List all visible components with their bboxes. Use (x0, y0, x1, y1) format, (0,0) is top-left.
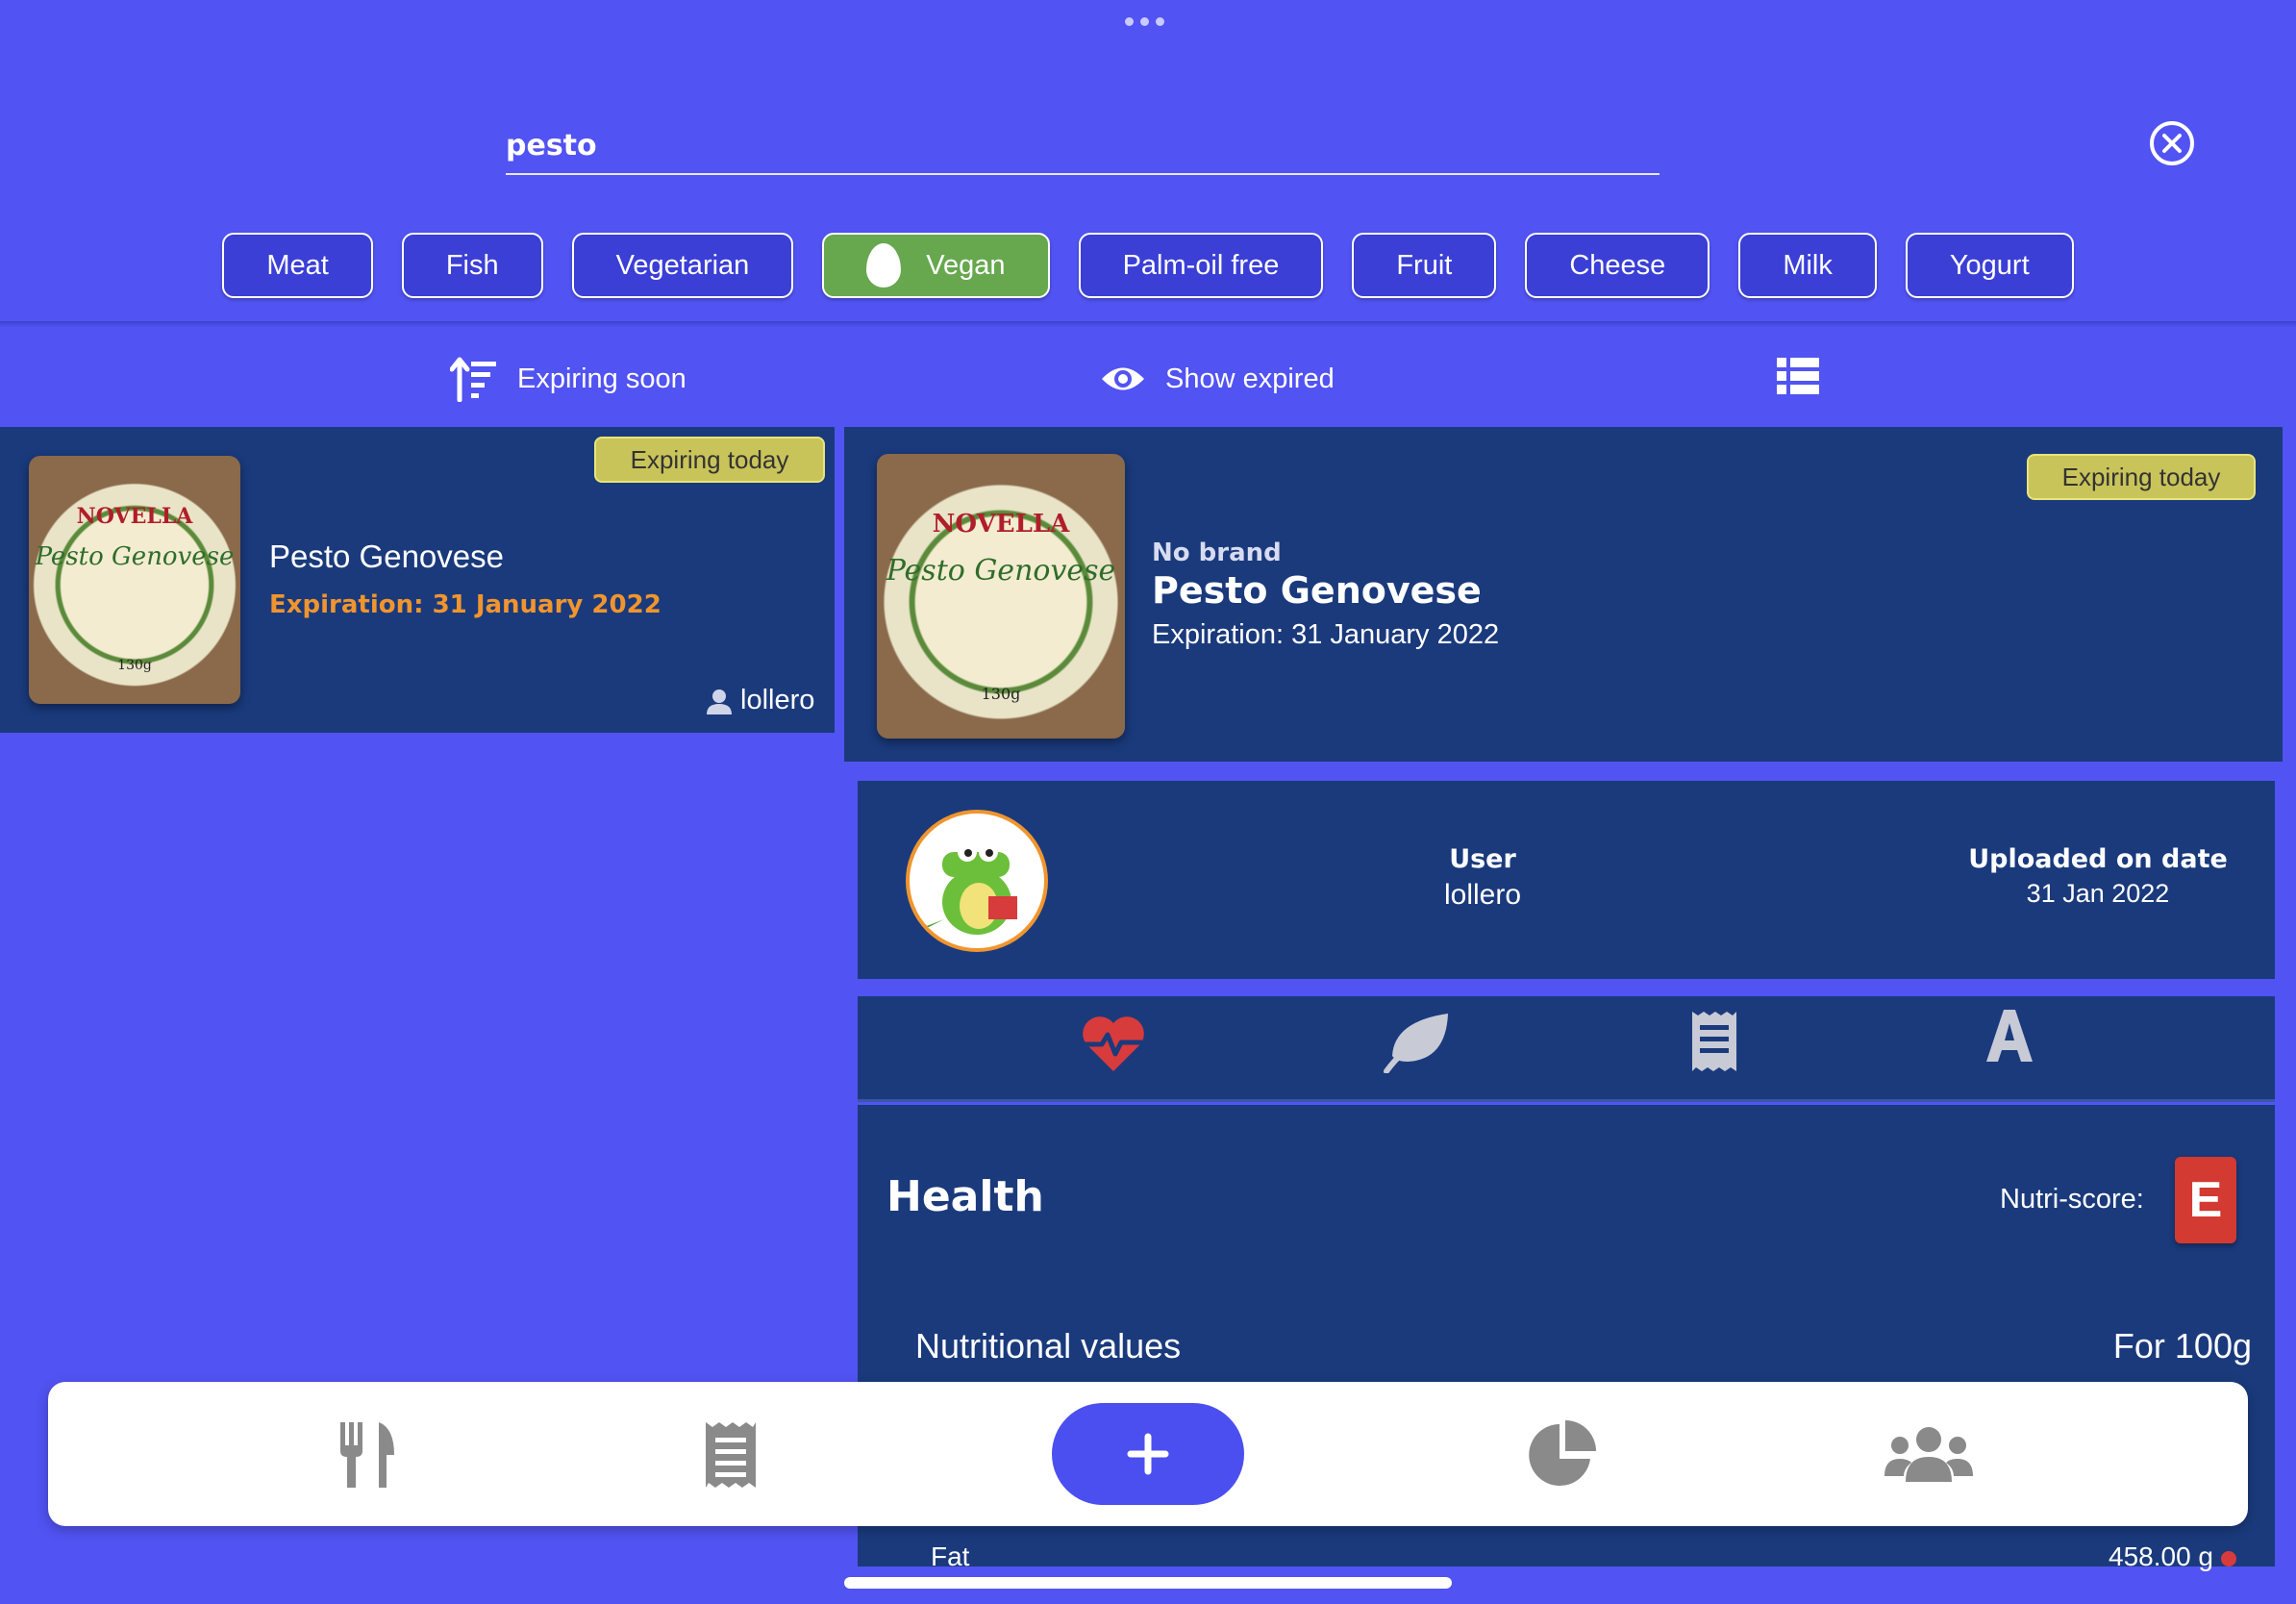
chip-label: Meat (266, 249, 329, 281)
chip-label: Fruit (1396, 249, 1453, 281)
product-detail-header: NOVELLA Pesto Genovese 130g Expiring tod… (844, 427, 2283, 762)
user-label: User (1449, 844, 1516, 874)
chip-label: Palm-oil free (1122, 249, 1280, 281)
plus-icon (1127, 1433, 1169, 1475)
uploader-card: User lollero Uploaded on date 31 Jan 202… (858, 781, 2275, 979)
crocodile-avatar-icon (919, 842, 1017, 935)
product-image: NOVELLA Pesto Genovese 130g (877, 454, 1125, 739)
window-handle-dots[interactable] (1125, 17, 1164, 26)
fat-level-dot (2221, 1551, 2236, 1566)
nav-pantry-button[interactable] (337, 1420, 398, 1493)
list-view-icon (1777, 358, 1819, 394)
user-icon (707, 689, 732, 714)
show-expired-toggle[interactable]: Show expired (1100, 352, 1335, 406)
filter-chip-fish[interactable]: Fish (401, 233, 543, 298)
detail-tabs (858, 996, 2275, 1102)
receipt-icon (706, 1422, 756, 1488)
list-item-expiration: Expiration: 31 January 2022 (269, 590, 661, 619)
heart-pulse-icon (1083, 1016, 1144, 1071)
nav-group-button[interactable] (1884, 1424, 1973, 1488)
pie-chart-icon (1529, 1420, 1596, 1486)
per-100g-label: For 100g (2112, 1326, 2252, 1366)
uploaded-label: Uploaded on date (1968, 844, 2228, 874)
eye-icon (1102, 367, 1144, 390)
egg-icon (866, 243, 902, 288)
chip-label: Cheese (1569, 249, 1666, 281)
header-divider (0, 321, 2296, 327)
sort-expiring-soon-button[interactable]: Expiring soon (450, 352, 686, 406)
list-item-username: lollero (740, 685, 815, 715)
product-name: Pesto Genovese (1152, 569, 1482, 612)
image-product-text: Pesto Genovese (886, 554, 1116, 588)
filter-chip-fruit[interactable]: Fruit (1352, 233, 1497, 298)
search-input[interactable] (506, 117, 1660, 175)
user-value: lollero (1443, 879, 1522, 911)
list-item[interactable]: NOVELLA Pesto Genovese 130g Expiring tod… (0, 427, 835, 733)
list-view-button[interactable] (1777, 358, 1819, 400)
avatar[interactable] (906, 810, 1048, 952)
list-item-user: lollero (706, 685, 814, 716)
close-icon (2162, 134, 2182, 153)
leaf-icon (1384, 1014, 1448, 1074)
tab-font-size[interactable] (1983, 1006, 2036, 1078)
sort-label: Expiring soon (517, 363, 686, 394)
home-indicator[interactable] (844, 1577, 1452, 1589)
clear-search-button[interactable] (2150, 121, 2194, 165)
thumbnail-weight: 130g (117, 658, 152, 673)
thumbnail-brand-text: NOVELLA (76, 504, 193, 529)
show-expired-label: Show expired (1165, 363, 1335, 394)
filter-chip-palm-oil-free[interactable]: Palm-oil free (1078, 233, 1324, 298)
users-group-icon (1884, 1427, 1973, 1482)
chip-label: Milk (1783, 249, 1833, 281)
product-thumbnail: NOVELLA Pesto Genovese 130g (29, 456, 240, 704)
list-item-name: Pesto Genovese (269, 539, 504, 574)
sort-ascending-icon (450, 357, 496, 402)
chip-label: Yogurt (1949, 249, 2030, 281)
thumbnail-product-text: Pesto Genovese (35, 542, 235, 571)
nav-statistics-button[interactable] (1527, 1418, 1600, 1495)
nav-shopping-list-button[interactable] (704, 1420, 758, 1493)
chip-label: Vegetarian (615, 249, 750, 281)
receipt-icon (1692, 1012, 1736, 1071)
filter-chip-yogurt[interactable]: Yogurt (1905, 233, 2074, 298)
fat-value: 458.00 g (2109, 1541, 2213, 1571)
filter-chip-milk[interactable]: Milk (1738, 233, 1877, 298)
filter-chip-vegetarian[interactable]: Vegetarian (571, 233, 794, 298)
product-brand: No brand (1152, 539, 1282, 567)
expiry-badge: Expiring today (594, 437, 825, 483)
nutritional-values-label: Nutritional values (915, 1326, 1182, 1366)
add-product-button[interactable] (1052, 1403, 1244, 1505)
fork-knife-icon (340, 1422, 394, 1488)
filter-chip-meat[interactable]: Meat (222, 233, 373, 298)
image-brand-text: NOVELLA (932, 510, 1070, 539)
image-weight: 130g (981, 685, 1021, 703)
filter-chip-vegan[interactable]: Vegan (822, 233, 1050, 298)
chip-label: Vegan (926, 249, 1006, 281)
fat-label: Fat (931, 1541, 970, 1571)
product-expiration: Expiration: 31 January 2022 (1152, 619, 1500, 650)
chip-label: Fish (445, 249, 499, 281)
tab-ingredients[interactable] (1690, 1010, 1738, 1077)
tab-health[interactable] (1081, 1015, 1146, 1077)
filter-chip-cheese[interactable]: Cheese (1525, 233, 1710, 298)
filter-chips: Meat Fish Vegetarian Vegan Palm-oil free… (0, 233, 2296, 298)
letter-a-icon (1986, 1010, 2033, 1062)
section-title: Health (886, 1172, 1044, 1221)
tab-environment[interactable] (1383, 1012, 1450, 1077)
uploaded-value: 31 Jan 2022 (2026, 879, 2170, 908)
nutriscore-badge: E (2175, 1157, 2236, 1243)
bottom-navigation (48, 1382, 2248, 1526)
nutriscore-label: Nutri-score: (2000, 1184, 2144, 1215)
expiry-badge: Expiring today (2027, 454, 2256, 500)
